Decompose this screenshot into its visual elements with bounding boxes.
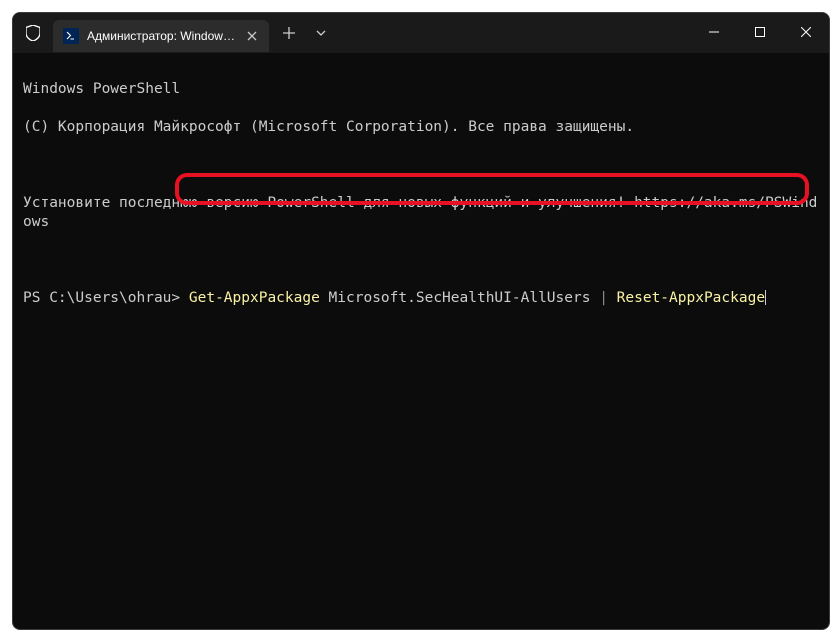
prompt-line: PS C:\Users\ohrau> Get-AppxPackage Micro… xyxy=(23,289,819,308)
titlebar[interactable]: Администратор: Windows Po xyxy=(13,13,829,53)
terminal-body[interactable]: Windows PowerShell (C) Корпорация Майкро… xyxy=(13,53,829,629)
terminal-window: Администратор: Windows Po Windows PowerS… xyxy=(12,12,830,630)
prompt: PS C:\Users\ohrau> xyxy=(23,290,189,306)
window-controls xyxy=(691,13,829,51)
tab-title: Администратор: Windows Po xyxy=(87,29,235,43)
blank-line xyxy=(23,251,819,270)
ps-header-2: (C) Корпорация Майкрософт (Microsoft Cor… xyxy=(23,118,819,137)
blank-line xyxy=(23,156,819,175)
ps-notice: Установите последнюю версию PowerShell д… xyxy=(23,194,819,232)
cmd-arg: Microsoft.SecHealthUI-AllUsers xyxy=(320,290,599,306)
minimize-button[interactable] xyxy=(691,13,737,51)
cmdlet-get: Get-AppxPackage xyxy=(189,290,320,306)
maximize-button[interactable] xyxy=(737,13,783,51)
space xyxy=(608,290,617,306)
text-cursor xyxy=(765,290,766,305)
close-icon[interactable] xyxy=(243,27,261,45)
shield-icon xyxy=(21,13,45,53)
new-tab-button[interactable] xyxy=(273,17,305,49)
ps-header-1: Windows PowerShell xyxy=(23,80,819,99)
pipe: | xyxy=(599,290,608,306)
close-button[interactable] xyxy=(783,13,829,51)
powershell-icon xyxy=(63,28,79,44)
tab-powershell[interactable]: Администратор: Windows Po xyxy=(53,20,269,52)
cmdlet-reset: Reset-AppxPackage xyxy=(617,290,765,306)
tab-dropdown[interactable] xyxy=(305,17,337,49)
